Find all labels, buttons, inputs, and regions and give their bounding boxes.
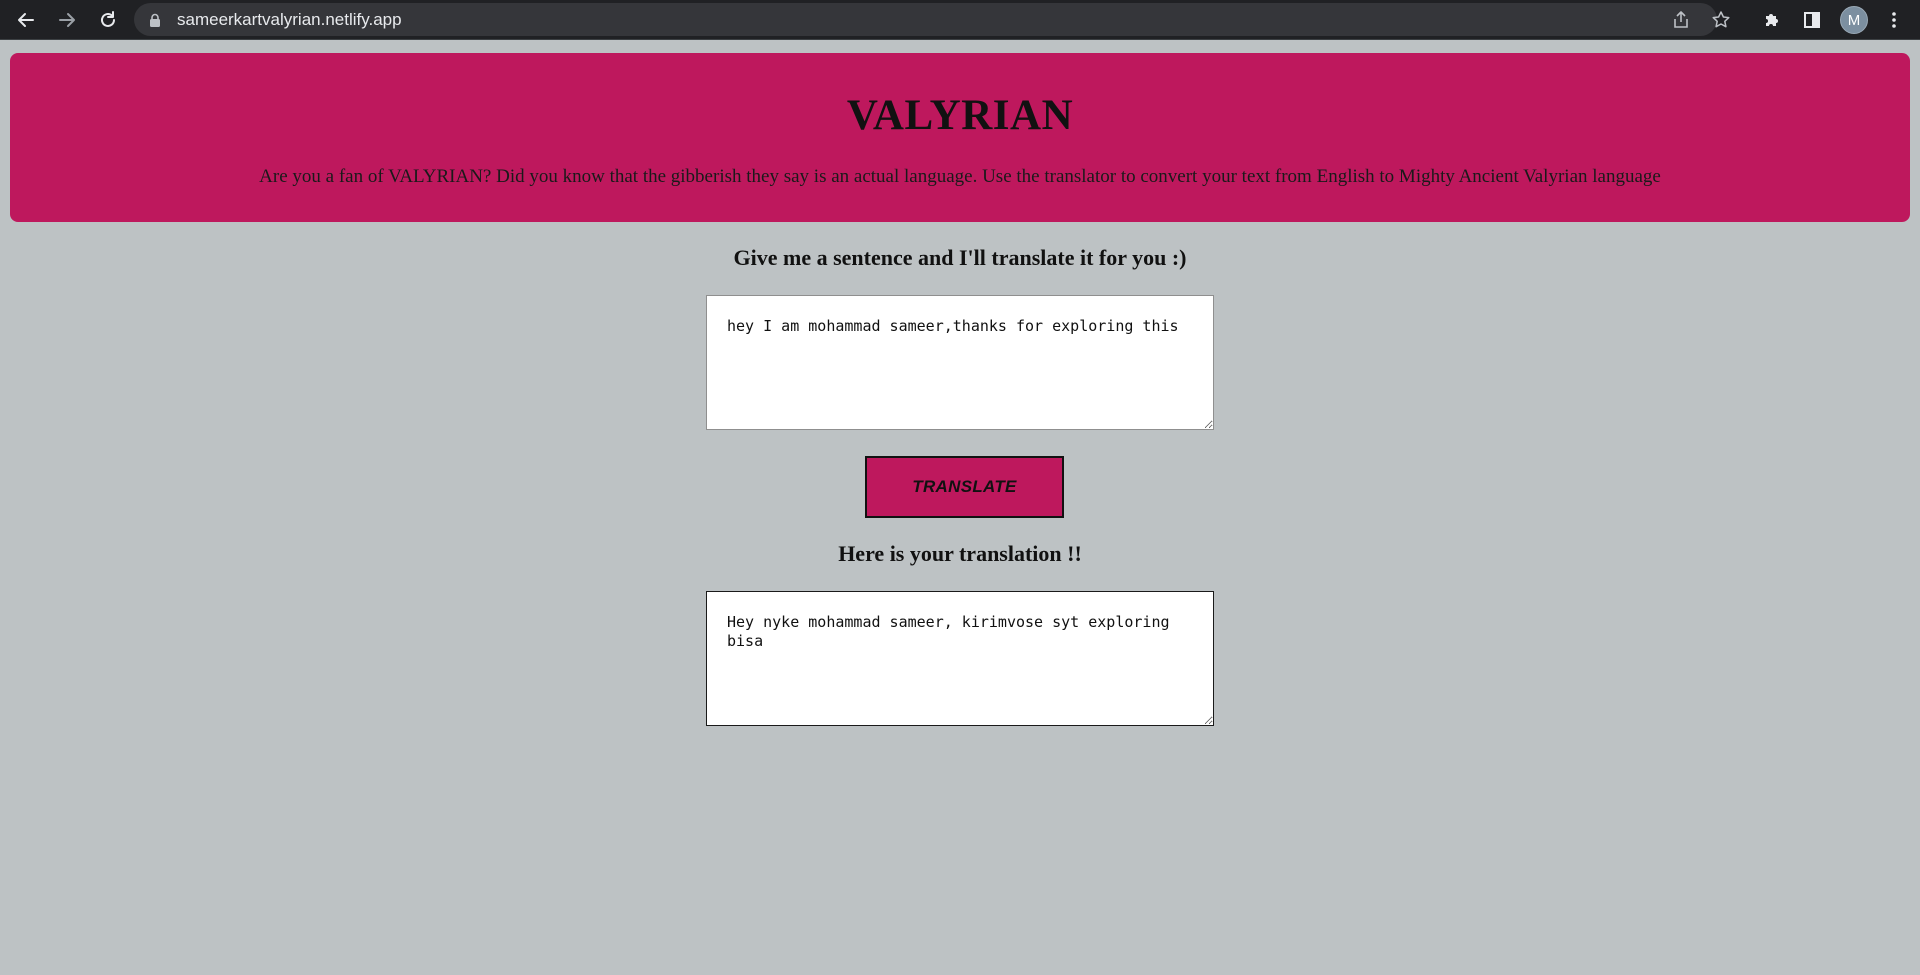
input-textarea[interactable]: hey I am mohammad sameer,thanks for expl… [706,295,1214,430]
output-heading: Here is your translation !! [838,541,1082,566]
header-banner: VALYRIAN Are you a fan of VALYRIAN? Did … [10,53,1910,222]
puzzle-icon[interactable] [1759,7,1785,33]
share-icon[interactable] [1670,9,1692,31]
page-description: Are you a fan of VALYRIAN? Did you know … [259,166,1661,187]
input-heading: Give me a sentence and I'll translate it… [733,245,1187,270]
reload-icon[interactable] [94,6,122,34]
back-arrow-icon[interactable] [12,6,40,34]
page-title: VALYRIAN [846,92,1074,139]
url-text[interactable]: sameerkartvalyrian.netlify.app [177,10,402,30]
lock-icon[interactable] [149,13,161,27]
kebab-menu-icon[interactable] [1881,7,1907,33]
translate-button[interactable]: TRANSLATE [865,456,1064,518]
side-panel-icon[interactable] [1799,7,1825,33]
star-icon[interactable] [1710,9,1732,31]
browser-toolbar: sameerkartvalyrian.netlify.app M [0,0,1920,40]
output-textarea[interactable]: Hey nyke mohammad sameer, kirimvose syt … [706,591,1214,726]
profile-avatar[interactable]: M [1840,6,1868,34]
forward-arrow-icon[interactable] [53,6,81,34]
address-bar[interactable]: sameerkartvalyrian.netlify.app [134,3,1730,36]
